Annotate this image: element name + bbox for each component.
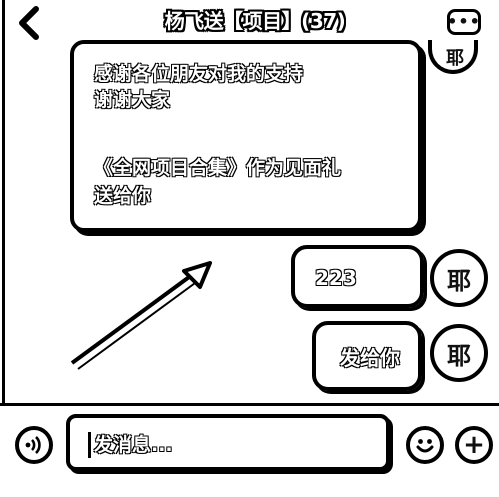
outgoing-message-bubble[interactable]: 223 bbox=[291, 245, 424, 308]
avatar-glyph: 耶 bbox=[446, 48, 464, 69]
voice-button[interactable] bbox=[15, 426, 53, 464]
message-line: 《全网项目合集》作为见面礼 bbox=[94, 157, 342, 179]
plus-button[interactable]: + bbox=[455, 426, 493, 464]
message-line: 谢谢大家 bbox=[94, 89, 171, 111]
more-options-button[interactable]: ••• bbox=[447, 9, 481, 35]
arrow-annotation bbox=[70, 261, 212, 370]
text-caret bbox=[88, 432, 91, 458]
input-bar: 发消息... + bbox=[0, 403, 499, 497]
voice-icon bbox=[25, 436, 41, 454]
avatar-glyph: 耶 bbox=[447, 266, 471, 295]
incoming-message-bubble[interactable]: 感谢各位朋友对我的支持 谢谢大家 《全网项目合集》作为见面礼 送给你 bbox=[70, 40, 422, 232]
sender-avatar[interactable]: 耶 bbox=[428, 40, 478, 74]
avatar[interactable]: 耶 bbox=[430, 324, 488, 382]
chevron-left-icon bbox=[19, 6, 39, 40]
emoji-button[interactable] bbox=[406, 426, 444, 464]
more-dots-icon: ••• bbox=[447, 12, 481, 31]
message-text: 发给你 bbox=[340, 346, 400, 370]
plus-icon: + bbox=[463, 430, 485, 460]
outgoing-message-bubble[interactable]: 发给你 bbox=[312, 321, 422, 391]
message-line: 感谢各位朋友对我的支持 bbox=[94, 63, 304, 85]
message-input[interactable]: 发消息... bbox=[66, 414, 390, 471]
back-button[interactable] bbox=[14, 6, 44, 40]
input-placeholder: 发消息... bbox=[94, 434, 173, 456]
message-text: 223 bbox=[315, 266, 357, 290]
message-line: 送给你 bbox=[94, 185, 152, 207]
avatar[interactable]: 耶 bbox=[430, 249, 488, 307]
chat-screen: 杨飞送【项目】(37) ••• 感谢各位朋友对我的支持 谢谢大家 《全网项目合集… bbox=[0, 0, 499, 494]
left-border bbox=[2, 0, 5, 405]
chat-title: 杨飞送【项目】(37) bbox=[164, 9, 346, 33]
avatar-glyph: 耶 bbox=[447, 341, 471, 370]
emoji-icon bbox=[416, 439, 434, 453]
